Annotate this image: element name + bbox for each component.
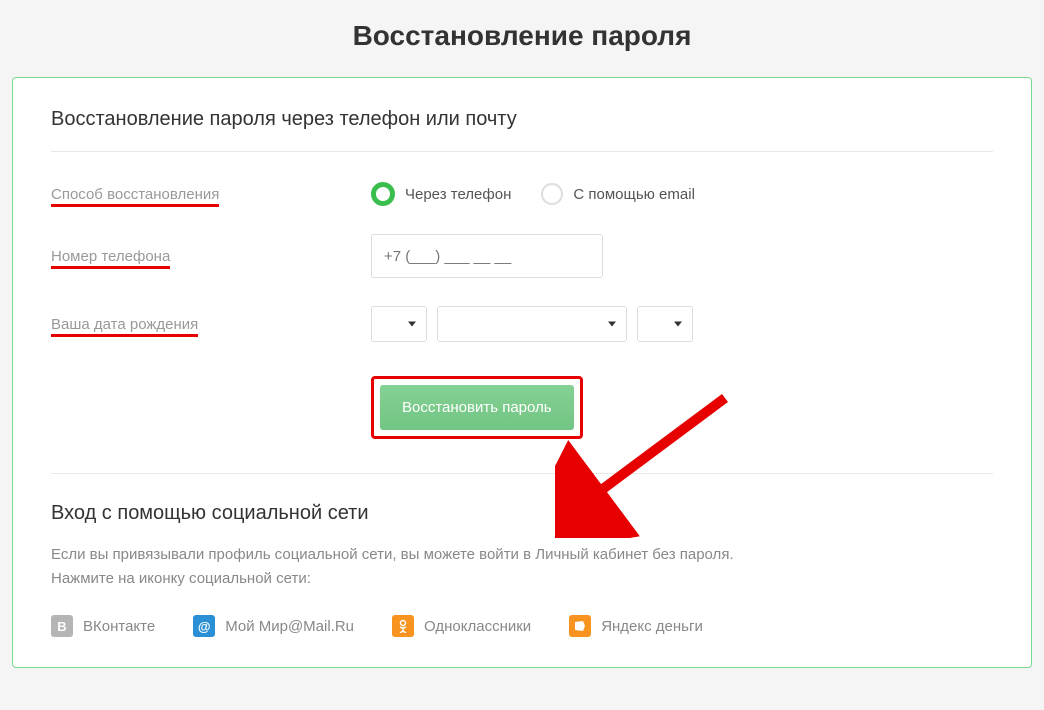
vk-icon: B xyxy=(51,615,73,637)
recovery-method-row: Способ восстановления Через телефон С по… xyxy=(51,182,993,206)
ok-icon xyxy=(392,615,414,637)
page-title: Восстановление пароля xyxy=(0,0,1044,77)
phone-row: Номер телефона xyxy=(51,234,993,278)
radio-selected-icon xyxy=(371,182,395,206)
social-mailru-label: Мой Мир@Mail.Ru xyxy=(225,618,354,635)
radio-phone[interactable]: Через телефон xyxy=(371,182,511,206)
social-title: Вход с помощью социальной сети xyxy=(51,502,993,525)
recovery-card: Восстановление пароля через телефон или … xyxy=(12,77,1032,668)
social-section: Вход с помощью социальной сети Если вы п… xyxy=(51,502,993,637)
social-ok-label: Одноклассники xyxy=(424,618,531,635)
dob-year-select[interactable] xyxy=(637,306,693,342)
radio-email-label: С помощью email xyxy=(573,186,695,203)
social-yandex-link[interactable]: Яндекс деньги xyxy=(569,615,703,637)
recovery-method-label: Способ восстановления xyxy=(51,186,371,203)
radio-unselected-icon xyxy=(541,183,563,205)
social-ok-link[interactable]: Одноклассники xyxy=(392,615,531,637)
mailru-icon: @ xyxy=(193,615,215,637)
dob-day-select[interactable] xyxy=(371,306,427,342)
dob-row: Ваша дата рождения xyxy=(51,306,993,342)
divider xyxy=(51,151,993,152)
section-divider xyxy=(51,473,993,474)
social-links: B ВКонтакте @ Мой Мир@Mail.Ru Одноклассн… xyxy=(51,615,993,637)
submit-highlight-box: Восстановить пароль xyxy=(371,376,583,439)
dob-label: Ваша дата рождения xyxy=(51,316,371,333)
social-description: Если вы привязывали профиль социальной с… xyxy=(51,543,993,591)
social-mailru-link[interactable]: @ Мой Мир@Mail.Ru xyxy=(193,615,354,637)
yandex-money-icon xyxy=(569,615,591,637)
social-yandex-label: Яндекс деньги xyxy=(601,618,703,635)
social-vk-label: ВКонтакте xyxy=(83,618,155,635)
social-vk-link[interactable]: B ВКонтакте xyxy=(51,615,155,637)
radio-phone-label: Через телефон xyxy=(405,186,511,203)
phone-label: Номер телефона xyxy=(51,248,371,265)
recovery-method-options: Через телефон С помощью email xyxy=(371,182,993,206)
radio-email[interactable]: С помощью email xyxy=(541,183,695,205)
submit-button[interactable]: Восстановить пароль xyxy=(380,385,574,430)
form-title: Восстановление пароля через телефон или … xyxy=(51,108,993,131)
phone-input[interactable] xyxy=(371,234,603,278)
dob-month-select[interactable] xyxy=(437,306,627,342)
